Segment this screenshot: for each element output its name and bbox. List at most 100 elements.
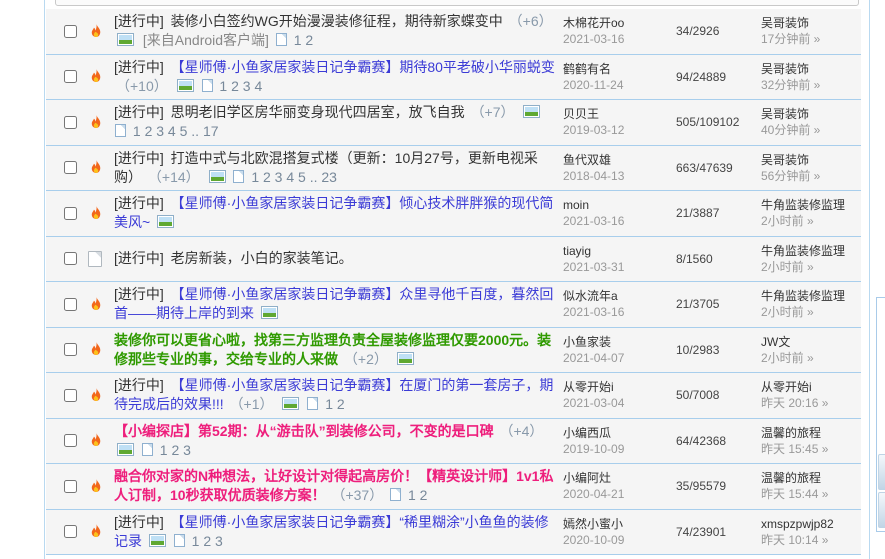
last-post-time[interactable]: 昨天 15:45 » — [761, 441, 861, 457]
thread-author[interactable]: 鱼代双雄 — [563, 152, 676, 168]
thread-category-tag[interactable]: [进行中] — [114, 104, 164, 120]
thread-category-tag[interactable]: [进行中] — [114, 150, 164, 166]
last-post-time[interactable]: 2小时前 » — [761, 350, 861, 366]
thread-title-link[interactable]: 老房新装，小白的家装笔记。 — [171, 250, 353, 266]
thread-date: 2019-03-12 — [563, 122, 676, 138]
thread-title-link[interactable]: 【星师傅·小鱼家居家装日记争霸赛】倾心技术胖胖猴的现代简美风~ — [114, 195, 553, 230]
thread-select-checkbox[interactable] — [64, 480, 77, 493]
last-post-time[interactable]: 56分钟前 » — [761, 168, 861, 184]
checkbox-cell — [64, 523, 88, 541]
thread-title-link[interactable]: 思明老旧学区房华丽变身现代四居室，放飞自我 — [171, 104, 465, 120]
last-post-time[interactable]: 昨天 15:44 » — [761, 486, 861, 502]
last-poster[interactable]: 温馨的旅程 — [761, 425, 861, 441]
last-poster[interactable]: 吴哥装饰 — [761, 61, 861, 77]
thread-select-checkbox[interactable] — [64, 252, 77, 265]
thread-title-link[interactable]: 【星师傅·小鱼家居家装日记争霸赛】众里寻他千百度，暮然回首——期待上岸的到来 — [114, 286, 553, 321]
last-post-time[interactable]: 2小时前 » — [761, 259, 861, 275]
last-post-time[interactable]: 17分钟前 » — [761, 31, 861, 47]
page-number-links[interactable]: 1 2 3 — [160, 442, 191, 458]
checkbox-cell — [64, 477, 88, 495]
page-number-links[interactable]: 1 2 3 — [192, 533, 223, 549]
thread-category-tag[interactable]: [进行中] — [114, 13, 164, 29]
floating-side-panel — [876, 297, 885, 532]
last-post-time[interactable]: 昨天 10:14 » — [761, 532, 861, 548]
last-post-time[interactable]: 2小时前 » — [761, 213, 861, 229]
thread-select-checkbox[interactable] — [64, 525, 77, 538]
last-poster[interactable]: xmspzpwjp82 — [761, 516, 861, 532]
last-poster[interactable]: 吴哥装饰 — [761, 152, 861, 168]
table-row: 【小编探店】第52期：从“游击队”到装修公司，不变的是口碑 （+4） 1 2 3… — [46, 419, 861, 465]
image-attachment-icon — [282, 397, 299, 410]
thread-author[interactable]: 木棉花开oo — [563, 15, 676, 31]
thread-author[interactable]: 从零开始i — [563, 379, 676, 395]
page-number-links[interactable]: 1 2 3 4 5 .. 23 — [251, 169, 337, 185]
thread-select-checkbox[interactable] — [64, 434, 77, 447]
lastpost-cell: 牛角监装修监理 2小时前 » — [761, 243, 861, 275]
thread-author[interactable]: 小编阿灶 — [563, 470, 676, 486]
table-row: [进行中] 【星师傅·小鱼家居家装日记争霸赛】倾心技术胖胖猴的现代简美风~ mo… — [46, 191, 861, 237]
thread-title-link[interactable]: 装修你可以更省心啦，找第三方监理负责全屋装修监理仅要2000元。装修那些专业的事… — [114, 332, 551, 367]
thread-icon-cell — [88, 295, 114, 313]
thread-select-checkbox[interactable] — [64, 25, 77, 38]
thread-author[interactable]: 小鱼家装 — [563, 334, 676, 350]
table-row: 融合你对家的N种想法，让好设计对得起高房价！【精英设计师】1v1私人订制，10秒… — [46, 464, 861, 510]
last-poster[interactable]: 吴哥装饰 — [761, 106, 861, 122]
hot-flame-icon — [88, 387, 105, 404]
last-poster[interactable]: 温馨的旅程 — [761, 470, 861, 486]
last-poster[interactable]: 吴哥装饰 — [761, 15, 861, 31]
last-poster[interactable]: 牛角监装修监理 — [761, 243, 861, 259]
thread-title-link[interactable]: 【星师傅·小鱼家居家装日记争霸赛】期待80平老破小华丽蜕变 — [171, 59, 555, 75]
table-row: [进行中] 【星师傅·小鱼家居家装日记争霸赛】期待80平老破小华丽蜕变 （+10… — [46, 55, 861, 101]
thread-select-checkbox[interactable] — [64, 343, 77, 356]
thread-title-link[interactable]: 【小编探店】第52期：从“游击队”到装修公司，不变的是口碑 — [114, 423, 494, 439]
mobile-client-tag: [来自Android客户端] — [143, 32, 269, 48]
thread-category-tag[interactable]: [进行中] — [114, 250, 164, 266]
thread-select-checkbox[interactable] — [64, 298, 77, 311]
table-row: [进行中] 【星师傅·小鱼家居家装日记争霸赛】众里寻他千百度，暮然回首——期待上… — [46, 282, 861, 328]
thread-author[interactable]: 嫣然小蜜小 — [563, 516, 676, 532]
thread-select-checkbox[interactable] — [64, 389, 77, 402]
thread-category-tag[interactable]: [进行中] — [114, 286, 164, 302]
last-post-time[interactable]: 2小时前 » — [761, 304, 861, 320]
last-poster[interactable]: 牛角监装修监理 — [761, 197, 861, 213]
reply-view-count: 64/42368 — [676, 434, 761, 448]
lastpost-cell: JW文 2小时前 » — [761, 334, 861, 366]
page-number-links[interactable]: 1 2 — [325, 396, 344, 412]
thread-author[interactable]: 小编西瓜 — [563, 425, 676, 441]
thread-author[interactable]: moin — [563, 197, 676, 213]
thread-category-tag[interactable]: [进行中] — [114, 59, 164, 75]
thread-icon-cell — [88, 22, 114, 40]
lastpost-cell: 吴哥装饰 56分钟前 » — [761, 152, 861, 184]
thread-select-checkbox[interactable] — [64, 161, 77, 174]
last-post-time[interactable]: 40分钟前 » — [761, 122, 861, 138]
thread-author[interactable]: 鹤鹤有名 — [563, 61, 676, 77]
page-number-links[interactable]: 1 2 — [294, 32, 313, 48]
thread-category-tag[interactable]: [进行中] — [114, 195, 164, 211]
checkbox-cell — [64, 68, 88, 86]
thread-select-checkbox[interactable] — [64, 207, 77, 220]
thread-author[interactable]: tiayig — [563, 243, 676, 259]
thread-category-tag[interactable]: [进行中] — [114, 514, 164, 530]
hot-flame-icon — [88, 432, 105, 449]
last-poster[interactable]: 牛角监装修监理 — [761, 288, 861, 304]
page-number-links[interactable]: 1 2 — [408, 487, 427, 503]
thread-title-cell: [进行中] 装修小白签约WG开始漫漫装修征程，期待新家蝶变中 （+6） [来自A… — [114, 12, 563, 50]
thread-title-link[interactable]: 装修小白签约WG开始漫漫装修征程，期待新家蝶变中 — [171, 13, 503, 29]
last-post-time[interactable]: 32分钟前 » — [761, 77, 861, 93]
last-poster[interactable]: JW文 — [761, 334, 861, 350]
thread-category-tag[interactable]: [进行中] — [114, 377, 164, 393]
thread-select-checkbox[interactable] — [64, 70, 77, 83]
author-cell: 似水流年a 2021-03-16 — [563, 288, 676, 320]
last-poster[interactable]: 从零开始i — [761, 379, 861, 395]
thread-author[interactable]: 贝贝王 — [563, 106, 676, 122]
side-panel-button-bottom[interactable] — [878, 492, 885, 528]
side-panel-button-top[interactable] — [878, 454, 885, 490]
thread-author[interactable]: 似水流年a — [563, 288, 676, 304]
page-number-links[interactable]: 1 2 3 4 — [219, 78, 262, 94]
reply-view-count: 35/95579 — [676, 479, 761, 493]
page-number-links[interactable]: 1 2 3 4 5 .. 17 — [133, 123, 219, 139]
thread-select-checkbox[interactable] — [64, 116, 77, 129]
hot-flame-icon — [88, 205, 105, 222]
last-post-time[interactable]: 昨天 20:16 » — [761, 395, 861, 411]
thread-title-cell: [进行中] 思明老旧学区房华丽变身现代四居室，放飞自我 （+7） 1 2 3 4… — [114, 103, 563, 141]
